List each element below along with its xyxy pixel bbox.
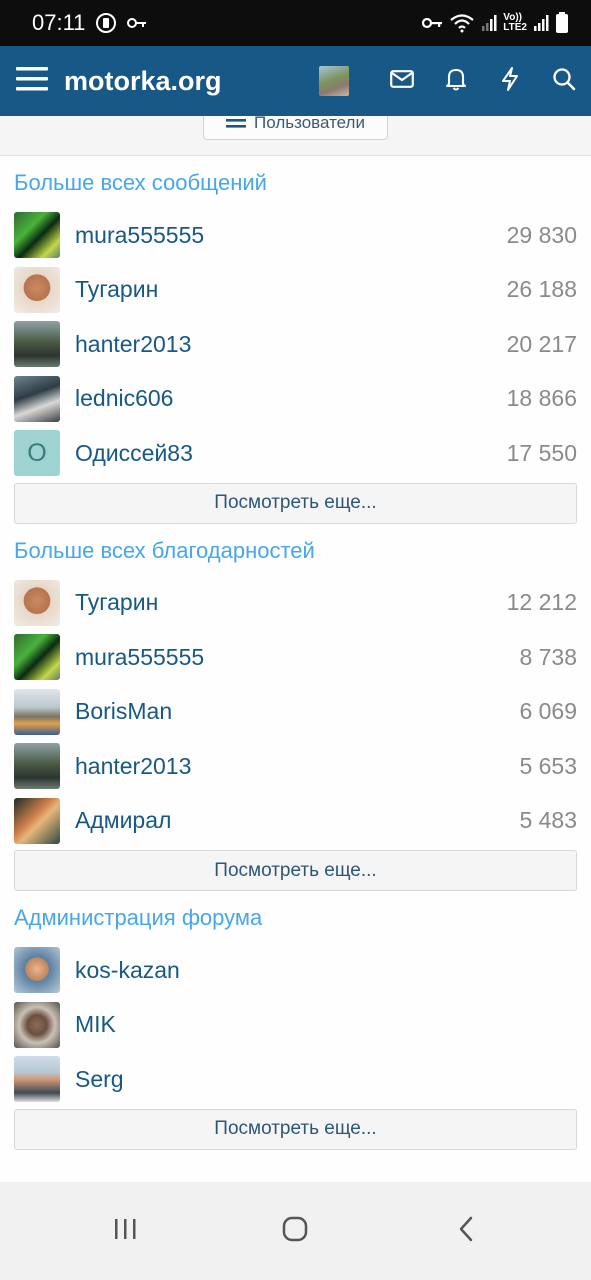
users-menu-label: Пользователи: [254, 116, 365, 132]
search-button[interactable]: [537, 46, 591, 116]
member-row: Serg: [14, 1052, 577, 1107]
see-more-button[interactable]: Посмотреть еще...: [14, 482, 577, 524]
username-link[interactable]: Тугарин: [75, 589, 507, 616]
bell-icon: [445, 67, 467, 96]
envelope-icon: [390, 69, 414, 93]
username-link[interactable]: MIK: [75, 1011, 577, 1038]
home-icon: [282, 1216, 308, 1247]
member-count: 26 188: [506, 276, 577, 303]
username-link[interactable]: mura555555: [75, 222, 507, 249]
username-link[interactable]: Тугарин: [75, 276, 507, 303]
vpn-key-icon: [421, 17, 443, 29]
member-count: 5 483: [519, 807, 577, 834]
users-menu-button[interactable]: Пользователи: [203, 116, 388, 140]
avatar[interactable]: [14, 375, 60, 422]
recent-apps-button[interactable]: [80, 1201, 170, 1261]
avatar[interactable]: [14, 688, 60, 735]
username-link[interactable]: lednic606: [75, 385, 507, 412]
key-icon: [127, 17, 147, 29]
member-row: mura555555 29 830: [14, 208, 577, 263]
network-type-label: Vo)) LTE2: [503, 12, 527, 33]
main-content: Пользователи Больше всех сообщений mura55…: [0, 116, 591, 1182]
username-link[interactable]: Адмирал: [75, 807, 519, 834]
member-row: BorisMan 6 069: [14, 685, 577, 740]
member-count: 18 866: [506, 385, 577, 412]
avatar[interactable]: [14, 321, 60, 368]
site-logo[interactable]: motorka.org: [64, 66, 319, 97]
username-link[interactable]: BorisMan: [75, 698, 519, 725]
member-count: 20 217: [506, 330, 577, 357]
avatar[interactable]: [14, 743, 60, 790]
username-link[interactable]: kos-kazan: [75, 957, 577, 984]
member-row: Тугарин 12 212: [14, 576, 577, 631]
avatar[interactable]: [14, 1056, 60, 1103]
avatar[interactable]: [14, 212, 60, 259]
bolt-icon: [501, 66, 519, 96]
see-more-button[interactable]: Посмотреть еще...: [14, 850, 577, 891]
member-count: 17 550: [506, 439, 577, 466]
avatar[interactable]: [14, 1001, 60, 1048]
members-nav-strip: Пользователи: [0, 116, 591, 156]
member-row: hanter2013 20 217: [14, 317, 577, 372]
members-section: Больше всех благодарностей Тугарин 12 212 m…: [0, 524, 591, 891]
messages-button[interactable]: [375, 46, 429, 116]
members-section: Больше всех сообщений mura555555 29 830 Туг…: [0, 156, 591, 524]
member-row: O Одиссей83 17 550: [14, 426, 577, 481]
app-header: motorka.org: [0, 46, 591, 116]
status-bar: 07:11 Vo)) LTE2: [0, 0, 591, 46]
clock: 07:11: [32, 10, 86, 35]
member-row: mura555555 8 738: [14, 630, 577, 685]
account-avatar[interactable]: [319, 66, 349, 96]
member-row: Тугарин 26 188: [14, 263, 577, 318]
search-icon: [552, 67, 576, 96]
member-row: lednic606 18 866: [14, 372, 577, 427]
username-link[interactable]: mura555555: [75, 644, 519, 671]
avatar[interactable]: [14, 634, 60, 681]
username-link[interactable]: Одиссей83: [75, 440, 507, 467]
member-count: 6 069: [519, 698, 577, 725]
recent-apps-icon: [113, 1218, 137, 1245]
member-count: 29 830: [506, 221, 577, 248]
section-title[interactable]: Администрация форума: [14, 891, 577, 943]
home-button[interactable]: [250, 1201, 340, 1261]
whats-new-button[interactable]: [483, 46, 537, 116]
avatar[interactable]: [14, 266, 60, 313]
wifi-icon: [449, 13, 475, 33]
section-title[interactable]: Больше всех сообщений: [14, 156, 577, 208]
section-title[interactable]: Больше всех благодарностей: [14, 524, 577, 576]
alerts-button[interactable]: [429, 46, 483, 116]
menu-button[interactable]: [0, 46, 64, 116]
see-more-button[interactable]: Посмотреть еще...: [14, 1108, 577, 1150]
hamburger-icon: [16, 66, 48, 97]
username-link[interactable]: Serg: [75, 1066, 577, 1093]
battery-saver-icon: [95, 12, 117, 34]
member-row: kos-kazan: [14, 943, 577, 998]
members-section: Администрация форума kos-kazan MIK Serg Посм…: [0, 891, 591, 1150]
member-count: 5 653: [519, 752, 577, 779]
signal-icon-1: [481, 14, 497, 32]
avatar[interactable]: [14, 797, 60, 844]
system-navigation-bar: [0, 1182, 591, 1280]
member-row: MIK: [14, 998, 577, 1053]
signal-icon-2: [533, 14, 549, 32]
back-button[interactable]: [421, 1201, 511, 1261]
username-link[interactable]: hanter2013: [75, 753, 519, 780]
list-icon: [226, 116, 247, 133]
back-arrow-icon: [458, 1216, 474, 1247]
avatar[interactable]: [14, 579, 60, 626]
member-count: 12 212: [506, 589, 577, 616]
member-count: 8 738: [519, 643, 577, 670]
battery-icon: [555, 12, 569, 34]
member-row: hanter2013 5 653: [14, 739, 577, 794]
avatar[interactable]: O: [14, 430, 60, 477]
member-row: Адмирал 5 483: [14, 794, 577, 849]
avatar[interactable]: [14, 947, 60, 994]
username-link[interactable]: hanter2013: [75, 331, 507, 358]
